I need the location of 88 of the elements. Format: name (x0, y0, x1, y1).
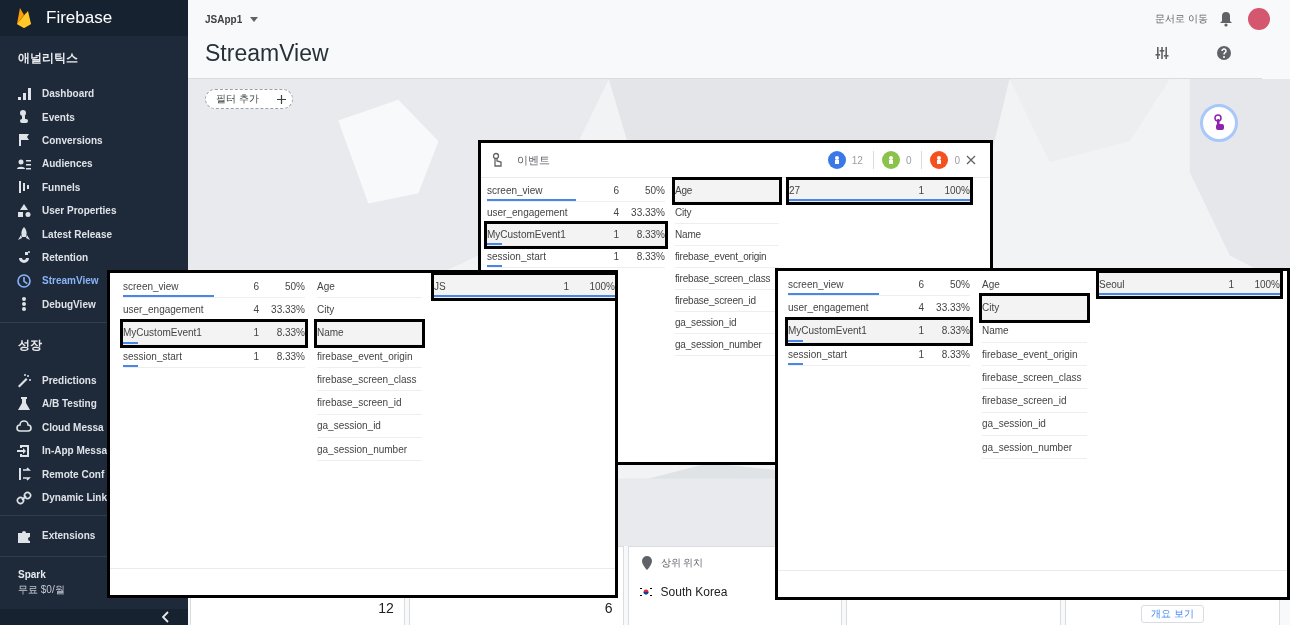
overview-button[interactable]: 개요 보기 (1141, 605, 1204, 623)
parameter-row[interactable]: firebase_screen_class (982, 366, 1087, 390)
sidebar-item[interactable]: Extensions (0, 524, 96, 548)
sidebar-item[interactable]: Dashboard (0, 82, 95, 106)
bars-icon (16, 179, 32, 196)
docs-link[interactable]: 문서로 이동 (1155, 12, 1208, 26)
parameter-row[interactable]: firebase_event_origin (675, 246, 779, 268)
plan-price: 무료 $0/월 (18, 582, 66, 597)
parameter-row[interactable]: Name (317, 321, 422, 345)
parameter-row[interactable]: ga_session_id (982, 412, 1087, 437)
counter-value: 0 (954, 154, 960, 166)
event-row[interactable]: screen_view 6 50% (123, 275, 305, 299)
event-row[interactable]: session_start 1 8.33% (487, 246, 665, 268)
parameter-row[interactable]: ga_session_id (317, 414, 422, 439)
parameter-row[interactable]: ga_session_number (982, 436, 1087, 460)
app-selector[interactable]: JSApp1 (205, 13, 243, 25)
page-title: StreamView (205, 39, 329, 67)
country-name: South Korea (660, 585, 728, 599)
value-row[interactable]: JS 1 100% (434, 275, 615, 299)
flame-logo-icon (16, 7, 32, 29)
clock-icon (16, 272, 32, 289)
panel-title: 이벤트 (517, 152, 550, 168)
section-title: 애널리틱스 (18, 50, 78, 67)
sidebar-item[interactable]: Funnels (0, 175, 81, 199)
sidebar-item[interactable]: Latest Release (0, 222, 113, 246)
plus-icon (276, 94, 286, 104)
bell-icon (1218, 11, 1234, 27)
card-value: 12 (378, 600, 394, 616)
sidebar-item[interactable]: Predictions (0, 368, 97, 393)
add-filter-chip[interactable]: 필터 추가 (205, 89, 293, 109)
parameter-row[interactable]: firebase_screen_id (317, 391, 422, 415)
event-row[interactable]: MyCustomEvent1 1 8.33% (788, 319, 970, 343)
message-icon (16, 442, 32, 459)
sidebar-item[interactable]: Cloud Messa (0, 415, 104, 440)
parameter-row[interactable]: firebase_screen_id (982, 389, 1087, 413)
sidebar-item[interactable]: Conversions (0, 128, 103, 153)
parameter-row[interactable]: firebase_screen_class (317, 368, 422, 392)
bar-chart-icon (16, 85, 32, 102)
shapes-icon (16, 202, 32, 219)
help-icon (1216, 45, 1232, 61)
counter-value: 0 (905, 154, 912, 166)
card-value: 6 (604, 600, 613, 616)
sidebar-item[interactable]: StreamView (0, 269, 99, 293)
rocket-icon (16, 226, 32, 243)
magnet-icon (16, 249, 32, 266)
sidebar-item[interactable]: User Properties (0, 198, 117, 223)
sidebar-item[interactable]: Retention (0, 245, 89, 270)
parameter-row[interactable]: Age (317, 275, 422, 299)
parameter-row[interactable]: ga_session_number (317, 438, 422, 462)
value-row[interactable]: Seoul 1 100% (1099, 273, 1280, 297)
event-row[interactable]: session_start 1 8.33% (123, 344, 305, 369)
touch-icon (1211, 114, 1227, 132)
card-label: 상위 위치 (660, 556, 704, 570)
sidebar-item[interactable]: Audiences (0, 152, 93, 176)
sidebar-item[interactable]: Events (0, 105, 75, 129)
event-row[interactable]: MyCustomEvent1 1 8.33% (123, 321, 305, 345)
event-row[interactable]: screen_view 6 50% (487, 180, 665, 202)
section-title: 성장 (18, 336, 42, 354)
parameter-row[interactable]: Name (675, 224, 779, 246)
sidebar-item[interactable]: DebugView (0, 292, 96, 316)
parameter-row[interactable]: firebase_event_origin (982, 342, 1087, 367)
plan-name: Spark (18, 568, 47, 580)
sidebar-item[interactable]: Dynamic Link (0, 485, 108, 510)
event-row[interactable]: session_start 1 8.33% (788, 342, 970, 367)
flag-icon (638, 587, 653, 597)
brand-name: Firebase (46, 8, 113, 28)
chevron-left-icon[interactable] (162, 610, 170, 623)
sidebar-item[interactable]: Remote Conf (0, 462, 105, 486)
parameter-row[interactable]: Age (675, 180, 779, 202)
sidebar-item[interactable]: In-App Messa (0, 439, 107, 463)
avatar[interactable] (1248, 8, 1270, 30)
parameter-row[interactable]: firebase_event_origin (317, 344, 422, 369)
value-row[interactable]: 27 1 100% (789, 180, 970, 202)
flag-icon (16, 132, 32, 149)
event-row[interactable]: MyCustomEvent1 1 8.33% (487, 224, 665, 246)
parameter-row[interactable]: City (982, 296, 1087, 320)
parameter-row[interactable]: Name (982, 319, 1087, 343)
parameter-row[interactable]: City (675, 202, 779, 224)
link-icon (16, 489, 32, 506)
counter-value: 12 (851, 154, 863, 166)
sliders-icon (1154, 45, 1170, 61)
caret-icon[interactable] (250, 16, 259, 22)
event-row[interactable]: screen_view 6 50% (788, 273, 970, 297)
flask-icon (16, 396, 32, 412)
config-icon (16, 466, 32, 483)
sidebar-item[interactable]: A/B Testing (0, 392, 97, 416)
wand-icon (16, 372, 32, 389)
close-button[interactable] (966, 155, 976, 165)
